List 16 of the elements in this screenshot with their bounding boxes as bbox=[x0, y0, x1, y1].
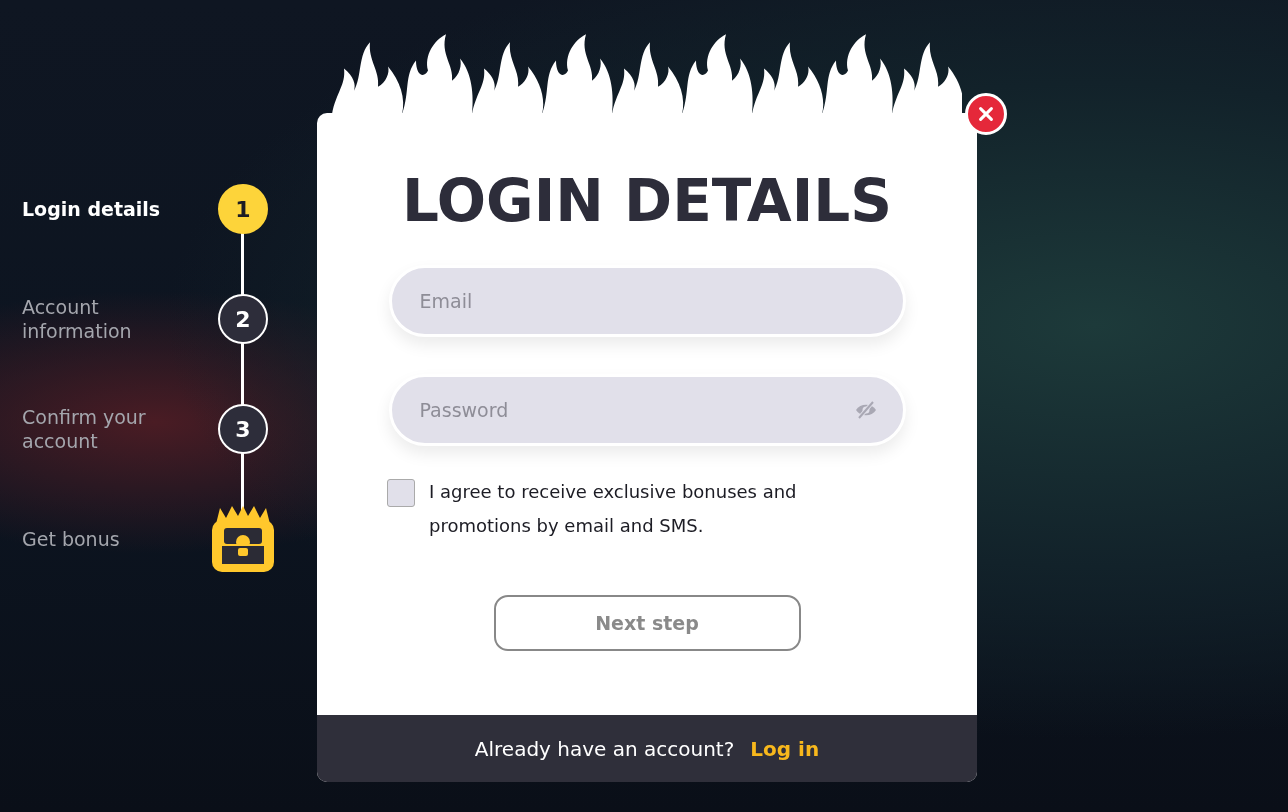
step-label: Get bonus bbox=[22, 527, 121, 551]
close-button[interactable] bbox=[965, 93, 1007, 135]
hidden-eye-icon[interactable] bbox=[853, 398, 878, 422]
step-label: Login details bbox=[22, 197, 162, 221]
step-label: Account information bbox=[22, 295, 133, 343]
dialog-title: LOGIN DETAILS bbox=[401, 166, 893, 237]
login-link[interactable]: Log in bbox=[750, 736, 820, 761]
consent-text: I agree to receive exclusive bonuses and promotions by email and SMS. bbox=[429, 480, 798, 538]
close-icon bbox=[977, 105, 995, 123]
treasure-chest-icon bbox=[210, 506, 276, 572]
step-number: 1 bbox=[218, 184, 268, 234]
step-label: Confirm your account bbox=[22, 405, 147, 453]
consent-checkbox[interactable] bbox=[387, 479, 415, 507]
step-number: 2 bbox=[218, 294, 268, 344]
footer-text: Already have an account? bbox=[474, 736, 735, 761]
step-number: 3 bbox=[218, 404, 268, 454]
